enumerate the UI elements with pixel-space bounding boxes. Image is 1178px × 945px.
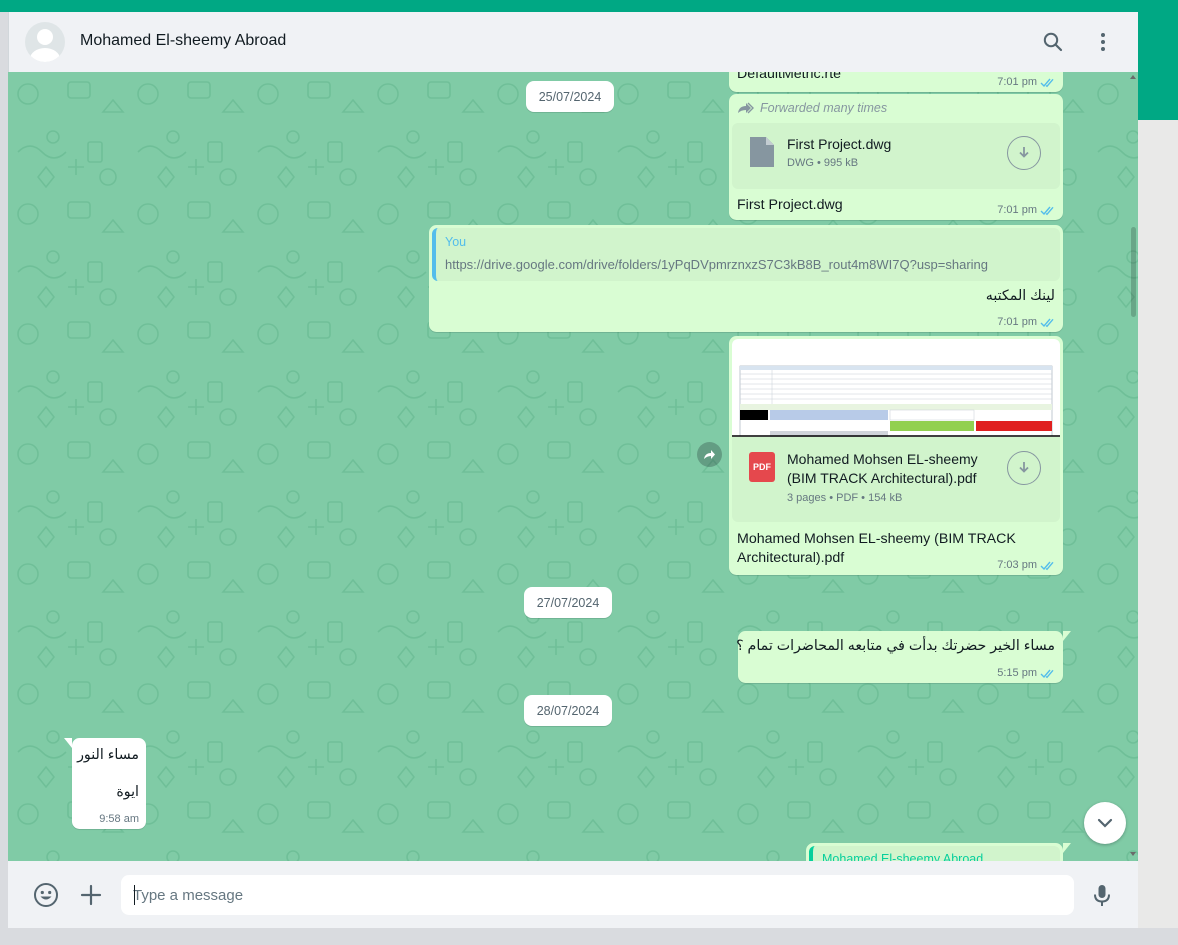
message-text: DefaultMetric.rte (737, 72, 842, 82)
read-ticks-icon (1040, 318, 1054, 327)
scrollbar-thumb[interactable] (1131, 227, 1136, 317)
quoted-message[interactable]: You https://drive.google.com/drive/folde… (432, 228, 1060, 281)
chat-window: Mohamed El-sheemy Abroad DefaultMetric.r… (8, 12, 1138, 928)
bubble-tail (1063, 631, 1071, 641)
read-ticks-icon (1040, 206, 1054, 215)
file-name-line2: (BIM TRACK Architectural).pdf (787, 470, 977, 486)
download-button[interactable] (1007, 136, 1041, 170)
message-time: 9:58 am (99, 813, 139, 825)
download-icon (1019, 147, 1029, 158)
text-caret (134, 885, 135, 905)
message-line2: ايوة (116, 784, 139, 800)
avatar-head (37, 29, 53, 45)
message-bubble-out[interactable]: DefaultMetric.rte 7:01 pm (729, 72, 1063, 92)
chat-scrollbar[interactable] (1128, 72, 1138, 861)
message-meta: 9:58 am (99, 813, 139, 825)
scroll-up-arrow[interactable] (1130, 75, 1136, 79)
pdf-preview[interactable] (732, 339, 1060, 437)
message-meta: 7:01 pm (997, 204, 1056, 216)
message-input[interactable] (121, 875, 1074, 915)
contact-avatar[interactable] (25, 22, 65, 62)
message-meta: 5:15 pm (997, 667, 1056, 679)
more-vertical-icon[interactable] (1091, 30, 1115, 54)
quote-text: https://drive.google.com/drive/folders/1… (445, 257, 989, 272)
message-caption: First Project.dwg (737, 197, 843, 213)
microphone-icon[interactable] (1089, 882, 1115, 908)
file-attachment[interactable]: First Project.dwg DWG • 995 kB (732, 123, 1060, 189)
read-ticks-icon (1040, 561, 1054, 570)
forward-arrows-icon (738, 102, 754, 114)
plus-icon[interactable] (78, 882, 104, 908)
chat-header[interactable]: Mohamed El-sheemy Abroad (8, 12, 1138, 72)
message-bubble-out[interactable]: مساء الخير حضرتك بدأت في متابعه المحاضرا… (736, 631, 1071, 683)
date-separator: 28/07/2024 (524, 695, 612, 726)
message-time: 7:01 pm (997, 76, 1037, 88)
app-right-background (1138, 120, 1178, 945)
date-separator: 27/07/2024 (524, 587, 612, 618)
quote-author: You (445, 235, 467, 249)
emoji-icon[interactable] (33, 882, 59, 908)
scroll-to-bottom-button[interactable] (1084, 802, 1126, 844)
message-meta: 7:01 pm (997, 316, 1056, 328)
message-time: 7:03 pm (997, 559, 1037, 571)
forward-button[interactable] (697, 442, 722, 467)
read-ticks-icon (1040, 669, 1054, 678)
pdf-icon: PDF (749, 452, 775, 482)
message-list[interactable]: DefaultMetric.rte 7:01 pm 25/07/2024 For… (8, 72, 1138, 861)
message-meta: 7:03 pm (997, 559, 1056, 571)
message-text: لينك المكتبه (985, 288, 1055, 304)
message-meta: 7:01 pm (997, 76, 1056, 88)
file-meta: 3 pages • PDF • 154 kB (787, 492, 903, 504)
forward-icon (704, 450, 715, 459)
caption-line1: Mohamed Mohsen EL-sheemy (BIM TRACK (737, 531, 1016, 547)
contact-name[interactable]: Mohamed El-sheemy Abroad (80, 32, 286, 50)
date-separator: 25/07/2024 (526, 81, 614, 112)
message-caption: Mohamed Mohsen EL-sheemy (BIM TRACK Arch… (737, 530, 1016, 568)
message-bubble-out[interactable]: You https://drive.google.com/drive/folde… (429, 225, 1063, 332)
avatar-body (30, 48, 60, 62)
search-icon[interactable] (1041, 30, 1065, 54)
message-time: 5:15 pm (997, 667, 1037, 679)
message-time: 7:01 pm (997, 204, 1037, 216)
message-bubble-out[interactable]: Mohamed El-sheemy Abroad (806, 843, 1071, 861)
file-meta: DWG • 995 kB (787, 157, 859, 169)
message-bubble-out[interactable]: PDF Mohamed Mohsen EL-sheemy (BIM TRACK … (729, 336, 1063, 575)
quote-author: Mohamed El-sheemy Abroad (822, 852, 984, 861)
pdf-attachment[interactable]: PDF Mohamed Mohsen EL-sheemy (BIM TRACK … (732, 339, 1060, 522)
chevron-down-icon (1097, 818, 1113, 828)
file-name: Mohamed Mohsen EL-sheemy (BIM TRACK Arch… (787, 450, 978, 488)
scroll-down-arrow[interactable] (1130, 852, 1136, 856)
bubble-tail (64, 738, 72, 748)
read-ticks-icon (1040, 78, 1054, 87)
message-time: 7:01 pm (997, 316, 1037, 328)
download-icon (1019, 462, 1029, 473)
forwarded-label: Forwarded many times (737, 101, 887, 115)
app-top-stripe (0, 0, 1178, 12)
quoted-message[interactable]: Mohamed El-sheemy Abroad (809, 846, 1060, 861)
app-right-stripe (1138, 0, 1178, 120)
file-name-line1: Mohamed Mohsen EL-sheemy (787, 451, 978, 467)
message-bubble-in[interactable]: مساء النور ايوة 9:58 am (64, 738, 146, 829)
pdf-preview-image (732, 365, 1060, 437)
message-bubble-out[interactable]: Forwarded many times First Project.dwg D… (729, 94, 1063, 220)
message-composer (8, 861, 1138, 928)
file-name: First Project.dwg (787, 136, 892, 152)
message-text: مساء الخير حضرتك بدأت في متابعه المحاضرا… (736, 638, 1055, 654)
bubble-tail (1063, 843, 1071, 853)
download-button[interactable] (1007, 451, 1041, 485)
document-icon (750, 137, 774, 167)
forwarded-text: Forwarded many times (760, 101, 888, 115)
message-line1: مساء النور (77, 747, 139, 763)
caption-line2: Architectural).pdf (737, 550, 845, 566)
app-bottom-background (0, 928, 1178, 945)
